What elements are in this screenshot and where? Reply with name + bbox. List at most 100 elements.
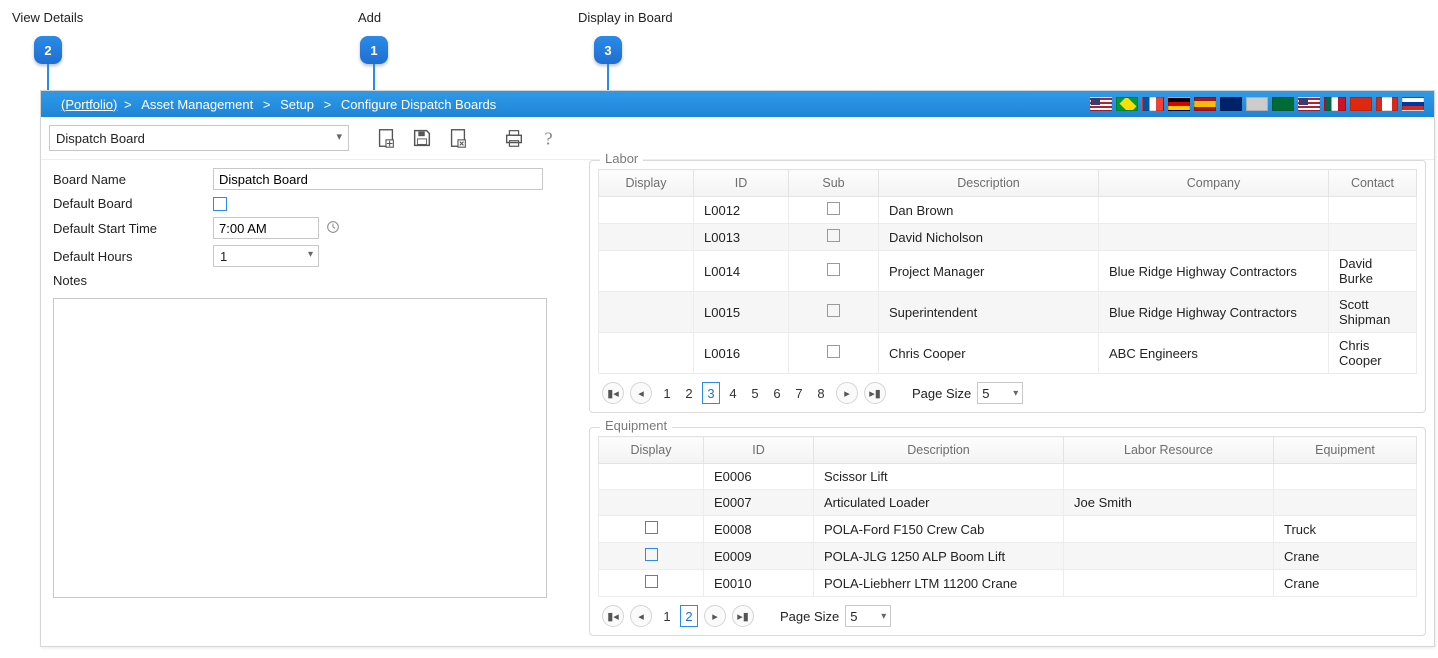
help-button[interactable]: ? <box>535 123 565 153</box>
display-cell[interactable] <box>599 464 704 490</box>
breadcrumb-part[interactable]: Setup <box>280 97 314 112</box>
table-row[interactable]: L0013David Nicholson <box>599 224 1417 251</box>
display-cell[interactable] <box>599 516 704 543</box>
pager-page[interactable]: 3 <box>702 382 720 404</box>
flag-bar <box>1090 97 1424 111</box>
equip-col-id[interactable]: ID <box>704 437 814 464</box>
flag-us2[interactable] <box>1298 97 1320 111</box>
sub-cell[interactable] <box>789 197 879 224</box>
flag-generic[interactable] <box>1246 97 1268 111</box>
print-button[interactable] <box>499 123 529 153</box>
breadcrumb-root[interactable]: (Portfolio) <box>61 97 117 112</box>
display-cell[interactable] <box>599 197 694 224</box>
pager-page[interactable]: 1 <box>658 605 676 627</box>
pager-page[interactable]: 4 <box>724 382 742 404</box>
display-cell[interactable] <box>599 292 694 333</box>
id-cell: L0013 <box>694 224 789 251</box>
display-cell[interactable] <box>599 570 704 597</box>
flag-au[interactable] <box>1220 97 1242 111</box>
page-size-select[interactable]: 5 <box>977 382 1023 404</box>
display-cell[interactable] <box>599 543 704 570</box>
default-start-time-input[interactable] <box>213 217 319 239</box>
flag-mx[interactable] <box>1324 97 1346 111</box>
callout-add-bubble: 1 <box>360 36 388 64</box>
pager-last[interactable]: ▸▮ <box>864 382 886 404</box>
labor-col-company[interactable]: Company <box>1099 170 1329 197</box>
pager-prev[interactable]: ◂ <box>630 605 652 627</box>
notes-label: Notes <box>53 273 213 288</box>
pager-page[interactable]: 8 <box>812 382 830 404</box>
breadcrumb-part[interactable]: Asset Management <box>141 97 253 112</box>
display-cell[interactable] <box>599 333 694 374</box>
table-row[interactable]: L0014Project ManagerBlue Ridge Highway C… <box>599 251 1417 292</box>
flag-cn[interactable] <box>1350 97 1372 111</box>
pager-last[interactable]: ▸▮ <box>732 605 754 627</box>
labor-col-display[interactable]: Display <box>599 170 694 197</box>
equip-col-labor[interactable]: Labor Resource <box>1064 437 1274 464</box>
pager-page[interactable]: 2 <box>680 382 698 404</box>
table-row[interactable]: L0015SuperintendentBlue Ridge Highway Co… <box>599 292 1417 333</box>
table-row[interactable]: E0007Articulated LoaderJoe Smith <box>599 490 1417 516</box>
contact-cell <box>1329 224 1417 251</box>
page-size-value: 5 <box>982 386 989 401</box>
page-size-select[interactable]: 5 <box>845 605 891 627</box>
pager-next[interactable]: ▸ <box>704 605 726 627</box>
table-row[interactable]: E0009POLA-JLG 1250 ALP Boom LiftCrane <box>599 543 1417 570</box>
flag-us[interactable] <box>1090 97 1112 111</box>
table-row[interactable]: L0016Chris CooperABC EngineersChris Coop… <box>599 333 1417 374</box>
flag-ca[interactable] <box>1376 97 1398 111</box>
pager-prev[interactable]: ◂ <box>630 382 652 404</box>
pager-page[interactable]: 5 <box>746 382 764 404</box>
board-name-input[interactable] <box>213 168 543 190</box>
flag-sa[interactable] <box>1272 97 1294 111</box>
labor-col-description[interactable]: Description <box>879 170 1099 197</box>
flag-br[interactable] <box>1116 97 1138 111</box>
table-row[interactable]: E0006Scissor Lift <box>599 464 1417 490</box>
labor-cell <box>1064 543 1274 570</box>
default-hours-select[interactable]: 1 <box>213 245 319 267</box>
labor-cell <box>1064 570 1274 597</box>
delete-button[interactable] <box>443 123 473 153</box>
table-row[interactable]: L0012Dan Brown <box>599 197 1417 224</box>
pager-page[interactable]: 7 <box>790 382 808 404</box>
equip-col-equip[interactable]: Equipment <box>1274 437 1417 464</box>
labor-col-sub[interactable]: Sub <box>789 170 879 197</box>
pager-page[interactable]: 1 <box>658 382 676 404</box>
add-button[interactable] <box>371 123 401 153</box>
pager-next[interactable]: ▸ <box>836 382 858 404</box>
sub-cell[interactable] <box>789 333 879 374</box>
sub-cell[interactable] <box>789 251 879 292</box>
flag-de[interactable] <box>1168 97 1190 111</box>
sub-cell[interactable] <box>789 292 879 333</box>
pager-first[interactable]: ▮◂ <box>602 382 624 404</box>
company-cell: ABC Engineers <box>1099 333 1329 374</box>
save-button[interactable] <box>407 123 437 153</box>
board-select-value: Dispatch Board <box>56 131 145 146</box>
pager-page[interactable]: 6 <box>768 382 786 404</box>
display-cell[interactable] <box>599 490 704 516</box>
clock-icon[interactable] <box>325 219 341 238</box>
table-row[interactable]: E0008POLA-Ford F150 Crew CabTruck <box>599 516 1417 543</box>
labor-col-contact[interactable]: Contact <box>1329 170 1417 197</box>
app-window: (Portfolio) > Asset Management > Setup >… <box>40 90 1435 647</box>
sub-cell[interactable] <box>789 224 879 251</box>
delete-icon <box>447 127 469 149</box>
flag-ru[interactable] <box>1402 97 1424 111</box>
id-cell: L0014 <box>694 251 789 292</box>
flag-fr[interactable] <box>1142 97 1164 111</box>
labor-col-id[interactable]: ID <box>694 170 789 197</box>
board-select[interactable]: Dispatch Board <box>49 125 349 151</box>
notes-textarea[interactable] <box>53 298 547 598</box>
id-cell: E0010 <box>704 570 814 597</box>
pager-first[interactable]: ▮◂ <box>602 605 624 627</box>
equip-col-display[interactable]: Display <box>599 437 704 464</box>
flag-es[interactable] <box>1194 97 1216 111</box>
display-cell[interactable] <box>599 224 694 251</box>
equip-col-desc[interactable]: Description <box>814 437 1064 464</box>
display-cell[interactable] <box>599 251 694 292</box>
pager-page[interactable]: 2 <box>680 605 698 627</box>
default-board-checkbox[interactable] <box>213 197 227 211</box>
desc-cell: POLA-Ford F150 Crew Cab <box>814 516 1064 543</box>
breadcrumb-part[interactable]: Configure Dispatch Boards <box>341 97 496 112</box>
table-row[interactable]: E0010POLA-Liebherr LTM 11200 CraneCrane <box>599 570 1417 597</box>
